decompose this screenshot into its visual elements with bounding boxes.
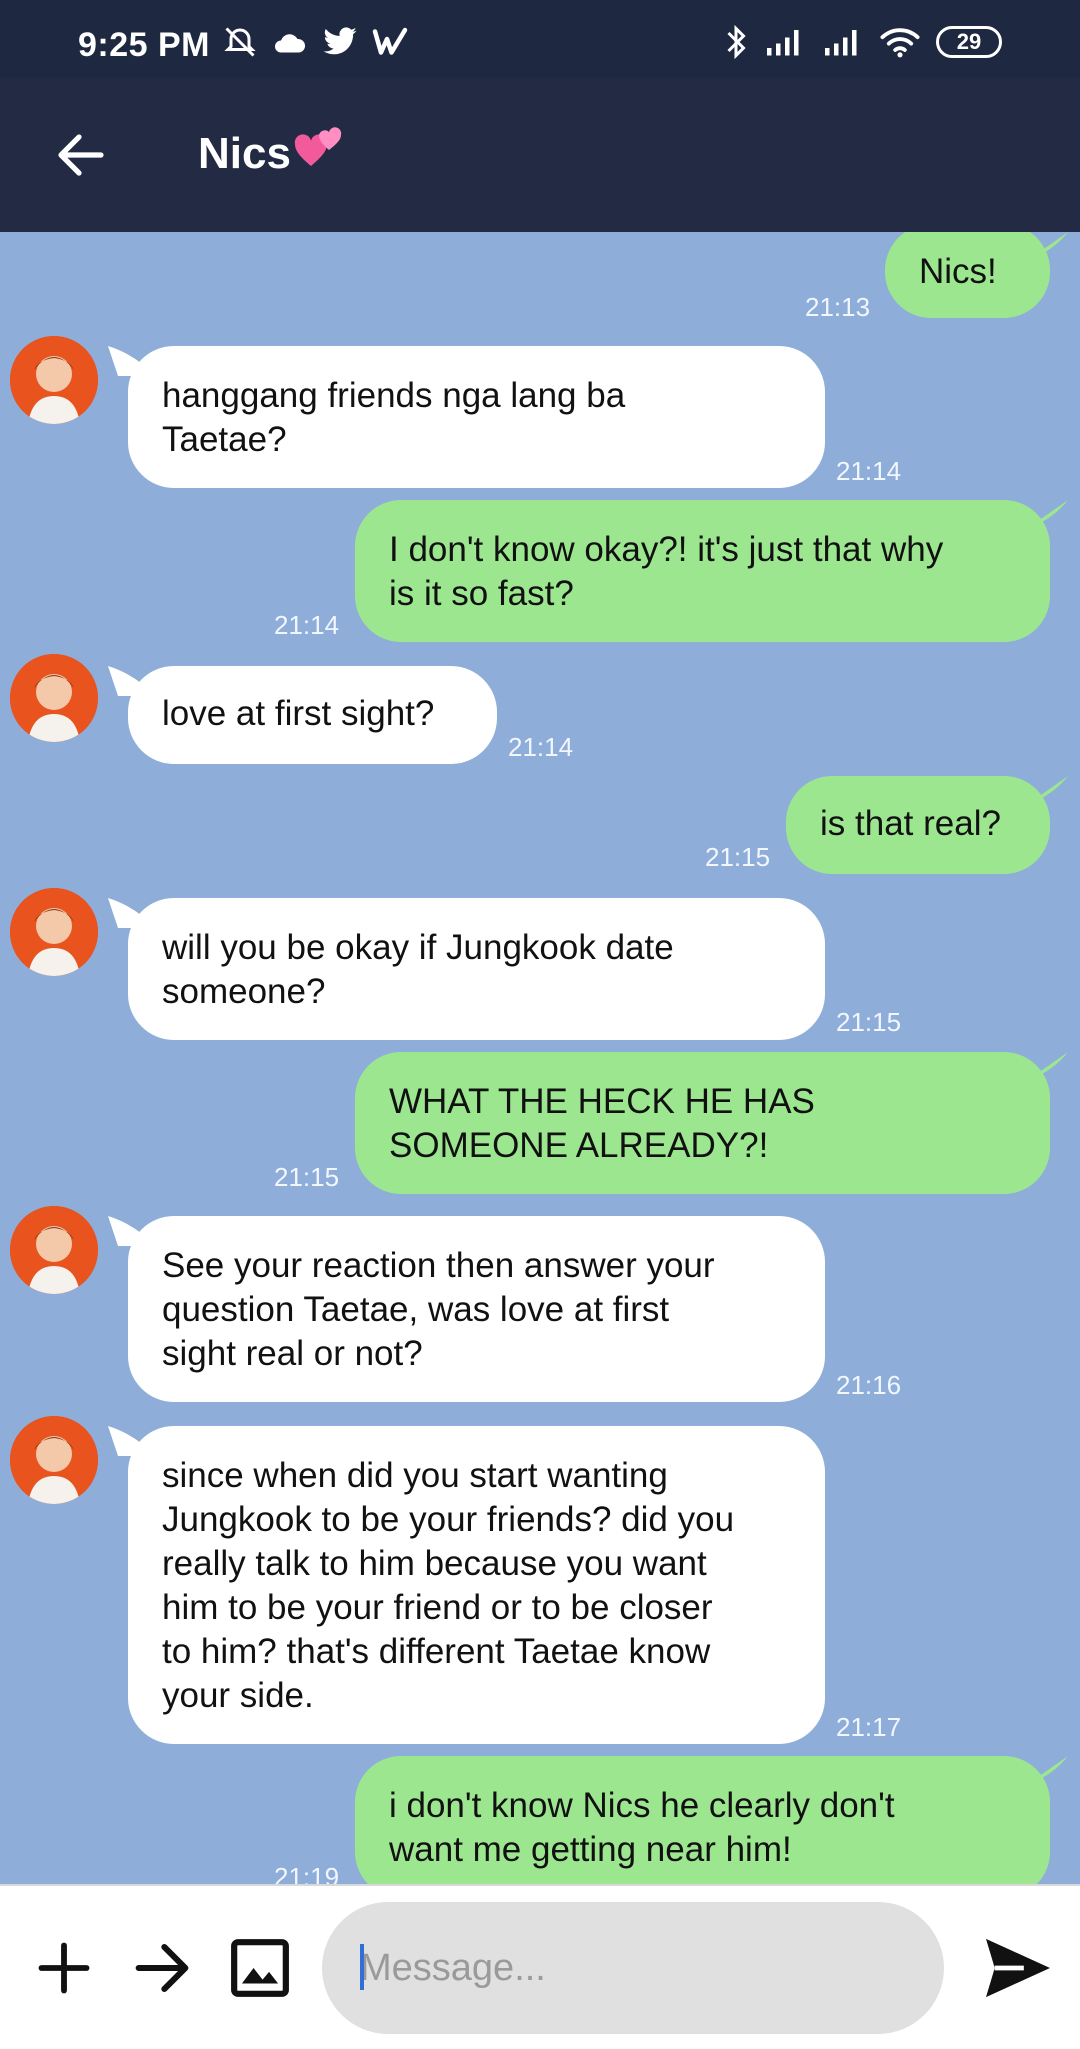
message-bubble[interactable]: since when did you start wanting Jungkoo… xyxy=(128,1426,825,1744)
message-time: 21:16 xyxy=(836,1370,902,1400)
message-bubble[interactable]: WHAT THE HECK HE HAS SOMEONE ALREADY?! xyxy=(355,1052,1050,1194)
avatar[interactable] xyxy=(10,1416,98,1504)
gallery-button[interactable] xyxy=(226,1922,294,2014)
image-icon xyxy=(231,1939,289,1997)
message-bubble[interactable]: will you be okay if Jungkook date someon… xyxy=(128,898,825,1040)
wattpad-icon xyxy=(372,27,408,57)
back-button[interactable] xyxy=(48,122,114,188)
message-time: 21:15 xyxy=(836,1007,902,1037)
message-time: 21:17 xyxy=(836,1712,902,1742)
send-icon xyxy=(986,1938,1050,1998)
add-button[interactable] xyxy=(30,1922,98,2014)
text-caret xyxy=(360,1944,364,1990)
status-time: 9:25 PM xyxy=(78,26,210,64)
message-time: 21:14 xyxy=(508,732,574,762)
two-hearts-emoji xyxy=(293,124,345,183)
message-time: 21:14 xyxy=(274,610,340,640)
forward-arrow-icon xyxy=(135,1943,189,1993)
message-time: 21:15 xyxy=(705,842,771,872)
bluetooth-icon xyxy=(724,24,748,60)
battery-icon: 29 xyxy=(936,26,1002,58)
arrow-left-icon xyxy=(58,134,104,176)
message-time: 21:15 xyxy=(274,1162,340,1192)
plus-icon xyxy=(38,1942,90,1994)
message-bubble[interactable]: See your reaction then answer your quest… xyxy=(128,1216,825,1402)
chat-title: Nics xyxy=(198,124,345,183)
send-button[interactable] xyxy=(972,1922,1064,2014)
message-time: 21:19 xyxy=(274,1862,340,1884)
alarm-off-icon xyxy=(222,24,258,60)
message-bubble[interactable]: love at first sight? xyxy=(128,666,497,764)
avatar[interactable] xyxy=(10,336,98,424)
message-bubble[interactable]: i don't know Nics he clearly don't want … xyxy=(355,1756,1050,1884)
message-time: 21:13 xyxy=(805,292,871,322)
avatar[interactable] xyxy=(10,1206,98,1294)
cloud-icon xyxy=(272,27,308,57)
signal-icon xyxy=(822,27,864,57)
message-time: 21:14 xyxy=(836,456,902,486)
signal-icon xyxy=(764,27,806,57)
message-bubble[interactable]: is that real? xyxy=(786,776,1050,874)
status-bar: 9:25 PM 29 xyxy=(0,0,1080,78)
chat-screen: 9:25 PM 29 Nics Nics! 21:13 hanggang fri… xyxy=(0,0,1080,2049)
forward-button[interactable] xyxy=(128,1922,196,2014)
message-list[interactable]: Nics! 21:13 hanggang friends nga lang ba… xyxy=(0,232,1080,1884)
wifi-icon xyxy=(880,26,920,58)
chat-title-text: Nics xyxy=(198,128,291,178)
avatar[interactable] xyxy=(10,888,98,976)
message-bubble[interactable]: hanggang friends nga lang ba Taetae? xyxy=(128,346,825,488)
avatar[interactable] xyxy=(10,654,98,742)
message-bubble[interactable]: Nics! xyxy=(885,232,1050,318)
twitter-icon xyxy=(322,26,358,58)
message-input-bar xyxy=(0,1884,1080,2049)
message-bubble[interactable]: I don't know okay?! it's just that why i… xyxy=(355,500,1050,642)
chat-header: Nics xyxy=(0,78,1080,232)
message-input[interactable] xyxy=(322,1902,944,2034)
